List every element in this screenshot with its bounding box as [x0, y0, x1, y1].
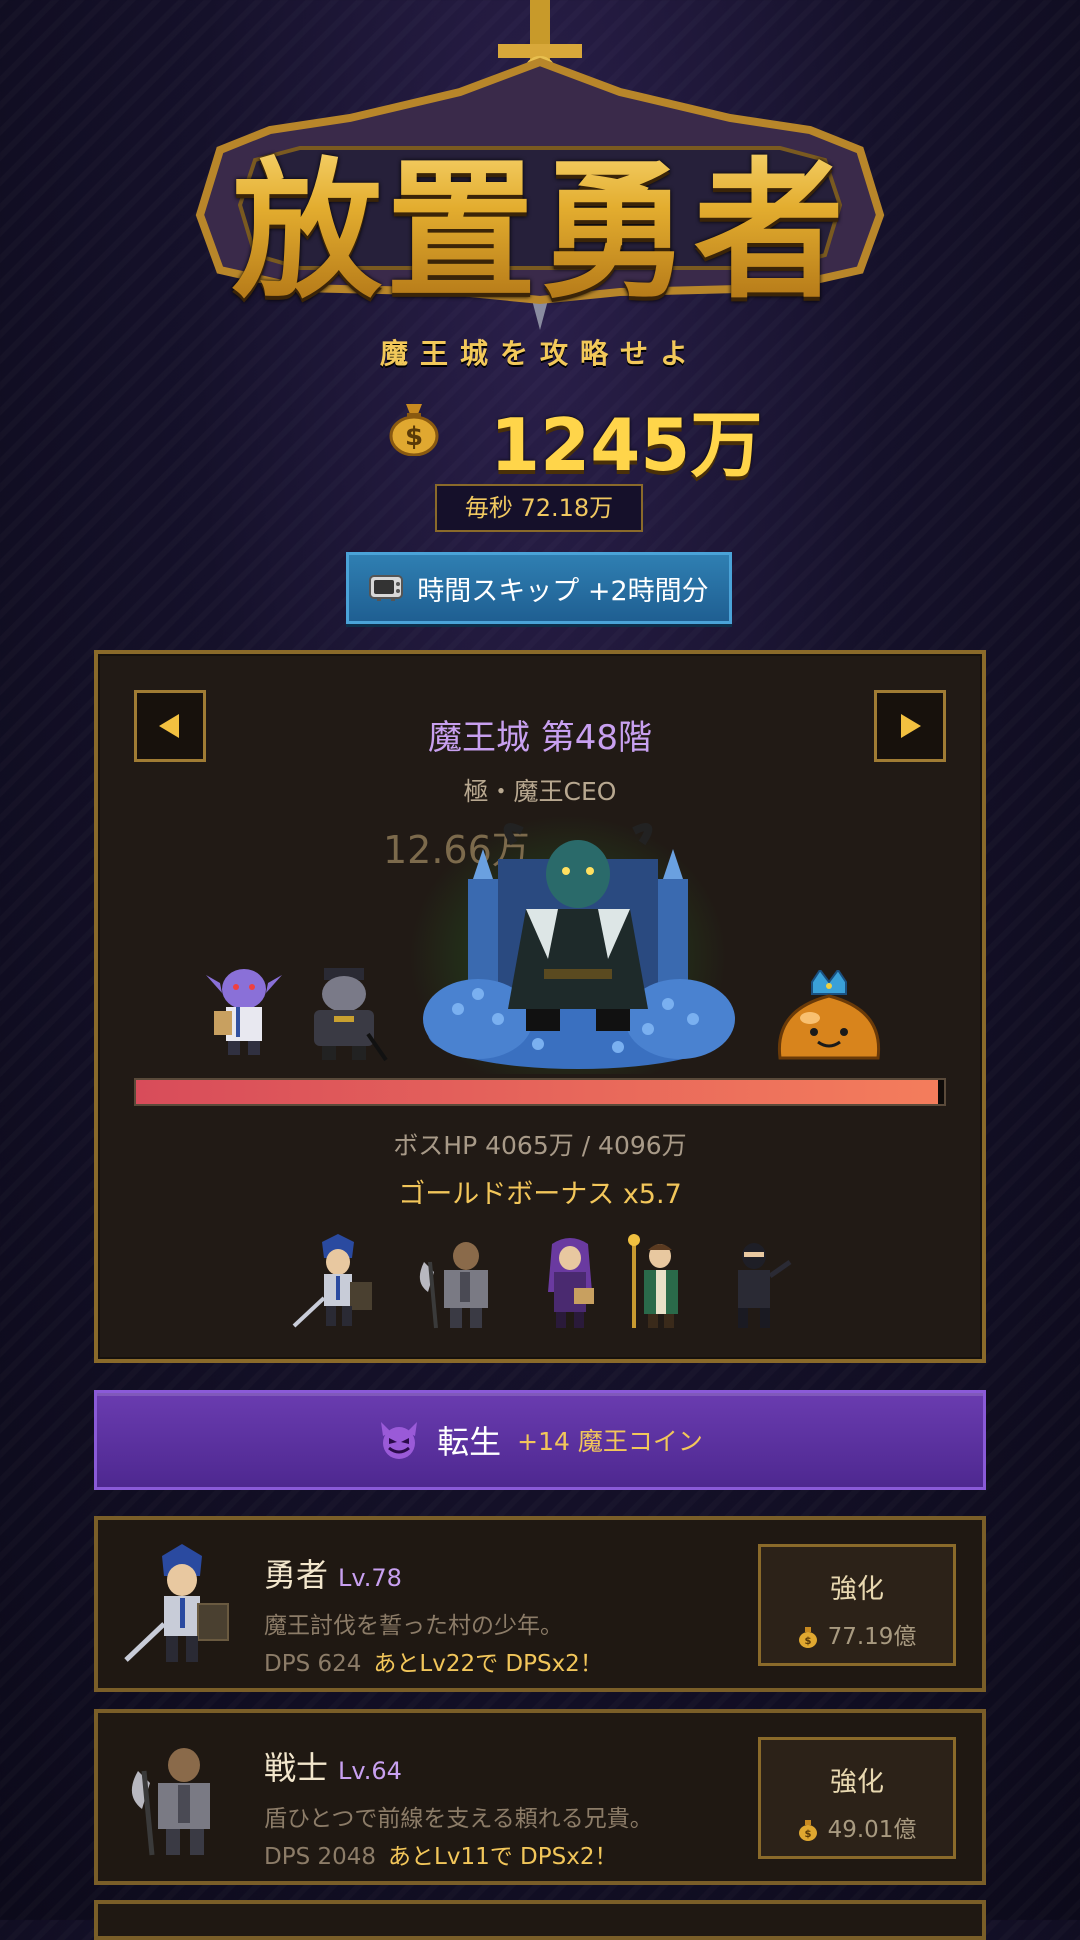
tv-icon	[369, 575, 404, 601]
money-bag-icon: $	[389, 404, 439, 456]
hero-description: 盾ひとつで前線を支える頼れる兄貴。	[264, 1806, 653, 1832]
boss-hp-bar	[134, 1078, 946, 1106]
hero-card-warrior: 戦士 Lv.64 盾ひとつで前線を支える頼れる兄貴。 DPS 2048 あとLv11…	[94, 1709, 986, 1885]
boss-hp-text: ボスHP 4065万 / 4096万	[393, 1131, 687, 1160]
hero-name: 戦士 Lv.64	[264, 1749, 402, 1787]
gold-bonus-text: ゴールドボーナス x5.7	[398, 1179, 682, 1210]
party-priest-sprite	[628, 1234, 678, 1328]
time-skip-button[interactable]: 時間スキップ +2時間分	[346, 552, 732, 624]
gold-display: $ 1245万	[0, 392, 1080, 487]
hero-stats: DPS 2048 あとLv11で DPSx2！	[264, 1837, 617, 1871]
svg-text:$: $	[804, 1829, 811, 1840]
rebirth-button[interactable]: 転生 +14 魔王コイン	[94, 1390, 986, 1490]
game-title: 放置勇者	[180, 110, 900, 327]
svg-text:$: $	[804, 1636, 811, 1647]
rebirth-label: 転生	[437, 1423, 502, 1461]
svg-text:$: $	[405, 422, 423, 452]
hero-dps: DPS 624	[264, 1651, 362, 1677]
upgrade-label: 強化	[830, 1574, 884, 1605]
hero-card-hero: 勇者 Lv.78 魔王討伐を誓った村の少年。 DPS 624 あとLv22で DPS…	[94, 1516, 986, 1692]
party-warrior-sprite	[419, 1242, 488, 1329]
upgrade-button-warrior[interactable]: 強化 $49.01億	[758, 1737, 956, 1859]
hero-level: Lv.64	[338, 1757, 402, 1785]
boss-name: 極・魔王CEO	[463, 777, 617, 806]
battle-panel: 魔王城 第48階 極・魔王CEO 12.66万 ボスHP 4065万 / 409…	[94, 650, 986, 1363]
gold-per-second: 毎秒 72.18万	[435, 484, 643, 532]
orc-guard-minion-sprite[interactable]	[298, 964, 388, 1064]
money-bag-icon: $	[798, 1627, 817, 1648]
king-slime-sprite[interactable]	[774, 970, 884, 1066]
hero-card-next	[94, 1900, 986, 1940]
party-mage-sprite	[548, 1238, 594, 1328]
boss-hp-fill	[136, 1080, 938, 1104]
floor-title: 魔王城 第48階	[427, 718, 653, 758]
rebirth-reward: +14 魔王コイン	[517, 1427, 703, 1456]
upgrade-cost: $77.19億	[761, 1617, 953, 1651]
hero-level: Lv.78	[338, 1564, 402, 1592]
hero-milestone: あとLv11で DPSx2！	[388, 1844, 618, 1870]
hero-stats: DPS 624 あとLv22で DPSx2！	[264, 1644, 603, 1678]
upgrade-label: 強化	[830, 1767, 884, 1798]
goblin-minion-sprite[interactable]	[206, 959, 282, 1059]
hero-milestone: あとLv22で DPSx2！	[373, 1651, 603, 1677]
upgrade-cost: $49.01億	[761, 1810, 953, 1844]
upgrade-button-hero[interactable]: 強化 $77.19億	[758, 1544, 956, 1666]
game-logo: 放置勇者 魔王城を攻略せよ	[180, 0, 900, 370]
hero-dps: DPS 2048	[264, 1844, 377, 1870]
time-skip-label: 時間スキップ +2時間分	[417, 575, 709, 607]
devil-face-icon	[381, 1422, 418, 1459]
hero-name: 勇者 Lv.78	[264, 1556, 402, 1594]
party-ninja-sprite	[738, 1243, 792, 1328]
warrior-portrait	[131, 1748, 210, 1856]
game-subtitle: 魔王城を攻略せよ	[379, 337, 700, 370]
hero-description: 魔王討伐を誓った村の少年。	[264, 1613, 563, 1639]
demon-king-boss-sprite[interactable]	[418, 819, 738, 1069]
gold-amount: 1245万	[490, 403, 763, 487]
party-hero-sprite	[292, 1234, 372, 1328]
hero-portrait	[124, 1544, 229, 1662]
money-bag-icon: $	[798, 1820, 817, 1841]
